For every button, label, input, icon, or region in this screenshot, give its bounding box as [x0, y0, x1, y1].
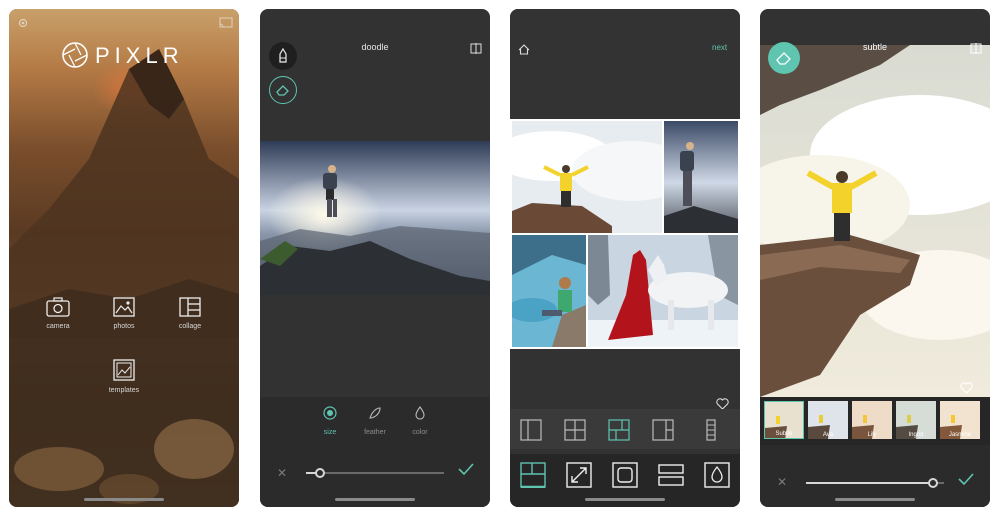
camera-label: camera [46, 323, 70, 330]
spacing-icon[interactable] [658, 462, 684, 488]
size-label: size [323, 429, 337, 436]
filter-thumb-lily[interactable]: Lily [852, 401, 892, 439]
photos-label: photos [113, 323, 135, 330]
size-tool[interactable]: size [305, 406, 355, 436]
apply-check-icon[interactable] [458, 462, 474, 481]
cast-icon[interactable] [219, 16, 233, 34]
intensity-slider-fill [806, 482, 933, 484]
templates-tile[interactable]: templates [94, 359, 154, 394]
feather-label: feather [364, 429, 386, 436]
home-icon[interactable] [518, 42, 530, 60]
aperture-logo-icon [62, 42, 88, 68]
logo-text: PIXLR [95, 43, 184, 68]
eraser-icon [276, 85, 289, 96]
filter-thumb-subtle[interactable]: Subtle [764, 401, 804, 439]
filter-intensity-panel: ✕ [760, 445, 990, 507]
home-indicator [835, 498, 915, 501]
cliff-clouds-photo [760, 45, 990, 397]
settings-icon[interactable] [17, 16, 29, 34]
layout-picker [510, 409, 740, 449]
collage-cell-lake[interactable] [512, 235, 586, 347]
layout-four-grid-icon[interactable] [564, 419, 586, 441]
feather-tool[interactable]: feather [350, 406, 400, 436]
filter-label: Ingrid [908, 432, 924, 438]
collage-screen: next [510, 9, 740, 507]
cancel-icon[interactable]: ✕ [777, 475, 787, 489]
collage-icon [179, 297, 201, 317]
background-icon[interactable] [704, 462, 730, 488]
mountain-artwork [9, 49, 239, 507]
camera-tile[interactable]: camera [28, 297, 88, 330]
home-indicator [585, 498, 665, 501]
eraser-tool-button[interactable] [269, 76, 297, 104]
filter-label: Lily [867, 432, 877, 438]
color-drop-icon [415, 406, 425, 420]
layout-mode-icon[interactable] [520, 462, 546, 488]
pixlr-logo: PIXLR [61, 39, 191, 73]
filter-label: Subtle [775, 431, 793, 437]
filter-thumb-ingrid[interactable]: Ingrid [896, 401, 936, 439]
border-icon[interactable] [612, 462, 638, 488]
color-label: color [412, 429, 428, 436]
photos-icon [113, 297, 135, 317]
collage-preview [510, 119, 740, 349]
home-screen: PIXLR camera photos collage templates [9, 9, 239, 507]
collage-header: next [510, 9, 740, 119]
collage-cell-wolf[interactable] [588, 235, 738, 347]
doodle-slider-knob[interactable] [314, 468, 325, 478]
layout-right-split-icon[interactable] [652, 419, 674, 441]
screen-title: subtle [862, 42, 888, 52]
photos-tile[interactable]: photos [94, 297, 154, 330]
collage-tile[interactable]: collage [160, 297, 220, 330]
color-tool[interactable]: color [395, 406, 445, 436]
layout-mixed-grid-icon[interactable] [608, 419, 630, 441]
filter-thumbnail-strip: Subtle Ava Lily Ingrid Jasmine [760, 397, 990, 445]
filter-label: Ava [822, 432, 834, 438]
hiker-summit-photo [260, 141, 490, 295]
next-button[interactable]: next [712, 43, 727, 52]
size-icon [323, 406, 337, 420]
doodle-tool-panel: size feather color ✕ [260, 397, 490, 507]
collage-cell-clouds[interactable] [512, 121, 662, 233]
templates-label: templates [108, 387, 140, 394]
cancel-icon[interactable]: ✕ [277, 466, 287, 480]
intensity-slider-knob[interactable] [927, 478, 938, 488]
collage-mode-bar [510, 454, 740, 507]
doodle-screen: doodle size feather color ✕ [260, 9, 490, 507]
brush-tool-button[interactable] [269, 42, 297, 70]
compare-icon[interactable] [970, 41, 982, 59]
templates-icon [113, 359, 135, 381]
doodle-header: doodle [260, 9, 490, 54]
pen-icon [279, 48, 287, 63]
camera-icon [46, 297, 70, 317]
filter-screen: subtle Subtle Ava Lily Ingrid Jasmine ✕ [760, 9, 990, 507]
doodle-slider-track[interactable] [306, 472, 444, 474]
layout-strips-icon[interactable] [700, 419, 722, 441]
layout-two-columns-icon[interactable] [520, 419, 542, 441]
compare-icon[interactable] [470, 41, 482, 59]
collage-cell-hiker[interactable] [664, 121, 738, 233]
home-indicator [84, 498, 164, 501]
apply-check-icon[interactable] [958, 472, 974, 491]
filter-thumb-ava[interactable]: Ava [808, 401, 848, 439]
home-indicator [335, 498, 415, 501]
filter-label: Jasmine [948, 432, 972, 438]
resize-icon[interactable] [566, 462, 592, 488]
filter-thumb-jasmine[interactable]: Jasmine [940, 401, 980, 439]
feather-icon [369, 407, 381, 419]
collage-label: collage [178, 323, 202, 330]
eraser-icon [776, 52, 791, 65]
